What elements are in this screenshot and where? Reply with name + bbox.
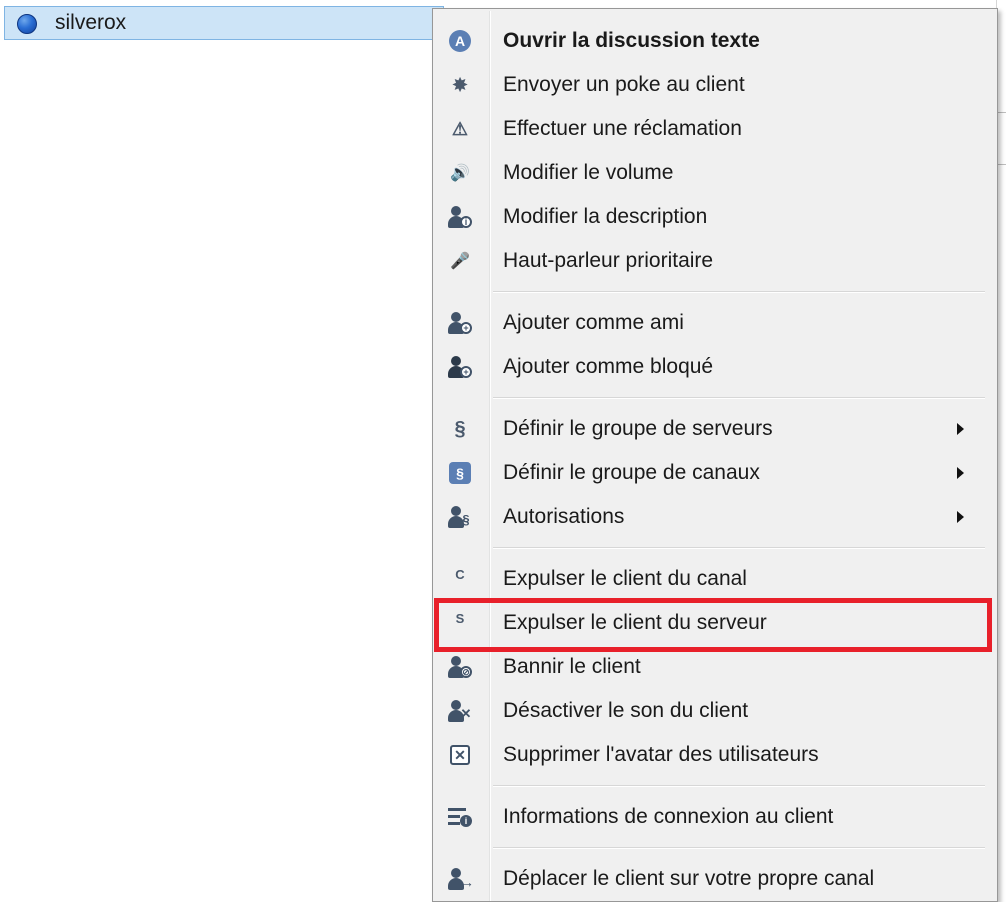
poke-icon: ✸ — [452, 74, 468, 95]
permissions-mark: § — [462, 512, 470, 527]
menu-separator — [493, 847, 985, 849]
menu-item-kick-from-channel[interactable]: C Expulser le client du canal — [435, 559, 993, 599]
complaint-icon: ⚠ — [451, 118, 469, 139]
volume-icon: 🔊 — [450, 165, 470, 182]
mute-mark: ✕ — [460, 706, 472, 721]
menu-item-label: Bannir le client — [503, 655, 641, 678]
add-blocked-icon: + — [447, 355, 473, 379]
menu-item-label: Définir le groupe de serveurs — [503, 417, 773, 440]
move-mark: → — [460, 874, 474, 890]
menu-separator — [493, 291, 985, 293]
menu-item-label: Autorisations — [503, 505, 625, 528]
mute-client-icon: ✕ — [447, 699, 473, 723]
add-blocked-mark: + — [460, 366, 472, 378]
menu-item-change-description[interactable]: i Modifier la description — [435, 197, 993, 237]
move-client-icon: → — [447, 867, 474, 891]
microphone-icon: 🎤 — [450, 253, 470, 270]
menu-item-open-text-chat[interactable]: A Ouvrir la discussion texte — [435, 21, 993, 61]
menu-item-change-volume[interactable]: 🔊 Modifier le volume — [435, 153, 993, 193]
user-info-icon: i — [447, 205, 473, 229]
ban-icon: ⊘ — [447, 655, 473, 679]
chat-bubble-glyph: A — [449, 30, 471, 52]
connection-info-mark: i — [460, 815, 472, 827]
menu-item-complaint[interactable]: ⚠ Effectuer une réclamation — [435, 109, 993, 149]
menu-item-move-client[interactable]: → Déplacer le client sur votre propre ca… — [435, 859, 993, 899]
menu-separator — [493, 397, 985, 399]
menu-item-label: Haut-parleur prioritaire — [503, 249, 714, 272]
menu-item-mute-client[interactable]: ✕ Désactiver le son du client — [435, 691, 993, 731]
menu-item-set-server-group[interactable]: § Définir le groupe de serveurs — [435, 409, 993, 449]
server-group-icon: § — [454, 417, 466, 440]
highlight-annotation-box — [434, 598, 992, 652]
add-friend-icon: + — [447, 311, 473, 335]
client-name: silverox — [55, 11, 127, 34]
menu-item-add-blocked[interactable]: + Ajouter comme bloqué — [435, 347, 993, 387]
menu-item-label: Déplacer le client sur votre propre cana… — [503, 867, 875, 890]
menu-item-label: Ajouter comme ami — [503, 311, 684, 334]
context-menu: A Ouvrir la discussion texte ✸ Envoyer u… — [432, 8, 998, 902]
menu-item-poke-client[interactable]: ✸ Envoyer un poke au client — [435, 65, 993, 105]
client-status-icon — [17, 14, 37, 34]
permissions-icon: § — [447, 505, 473, 529]
menu-item-label: Modifier la description — [503, 205, 708, 228]
client-tree-row[interactable]: silverox — [4, 6, 444, 40]
channel-group-glyph: § — [449, 462, 471, 484]
menu-item-label: Expulser le client du canal — [503, 567, 747, 590]
menu-item-label: Ajouter comme bloqué — [503, 355, 714, 378]
menu-item-label: Envoyer un poke au client — [503, 73, 745, 96]
kick-channel-icon: C — [455, 567, 465, 582]
delete-avatar-glyph: ✕ — [450, 745, 470, 765]
delete-avatar-icon: ✕ — [447, 743, 473, 767]
menu-item-permissions[interactable]: § Autorisations — [435, 497, 993, 537]
ban-mark: ⊘ — [460, 666, 472, 678]
menu-item-label: Désactiver le son du client — [503, 699, 749, 722]
menu-separator — [493, 785, 985, 787]
menu-item-label: Modifier le volume — [503, 161, 674, 184]
menu-item-add-friend[interactable]: + Ajouter comme ami — [435, 303, 993, 343]
chat-bubble-icon: A — [447, 29, 473, 53]
menu-item-connection-info[interactable]: i Informations de connexion au client — [435, 797, 993, 837]
connection-info-icon: i — [447, 805, 473, 829]
submenu-arrow-icon — [957, 467, 964, 479]
menu-item-set-channel-group[interactable]: § Définir le groupe de canaux — [435, 453, 993, 493]
menu-item-label: Définir le groupe de canaux — [503, 461, 760, 484]
menu-item-ban-client[interactable]: ⊘ Bannir le client — [435, 647, 993, 687]
menu-item-delete-avatar[interactable]: ✕ Supprimer l'avatar des utilisateurs — [435, 735, 993, 775]
menu-separator — [493, 547, 985, 549]
add-friend-mark: + — [460, 322, 472, 334]
menu-item-label: Effectuer une réclamation — [503, 117, 742, 140]
menu-item-label: Supprimer l'avatar des utilisateurs — [503, 743, 819, 766]
user-info-mark: i — [460, 216, 472, 228]
submenu-arrow-icon — [957, 511, 964, 523]
submenu-arrow-icon — [957, 423, 964, 435]
menu-item-priority-speaker[interactable]: 🎤 Haut-parleur prioritaire — [435, 241, 993, 281]
menu-item-label: Informations de connexion au client — [503, 805, 834, 828]
channel-group-icon: § — [447, 461, 473, 485]
menu-item-label: Ouvrir la discussion texte — [503, 29, 760, 52]
